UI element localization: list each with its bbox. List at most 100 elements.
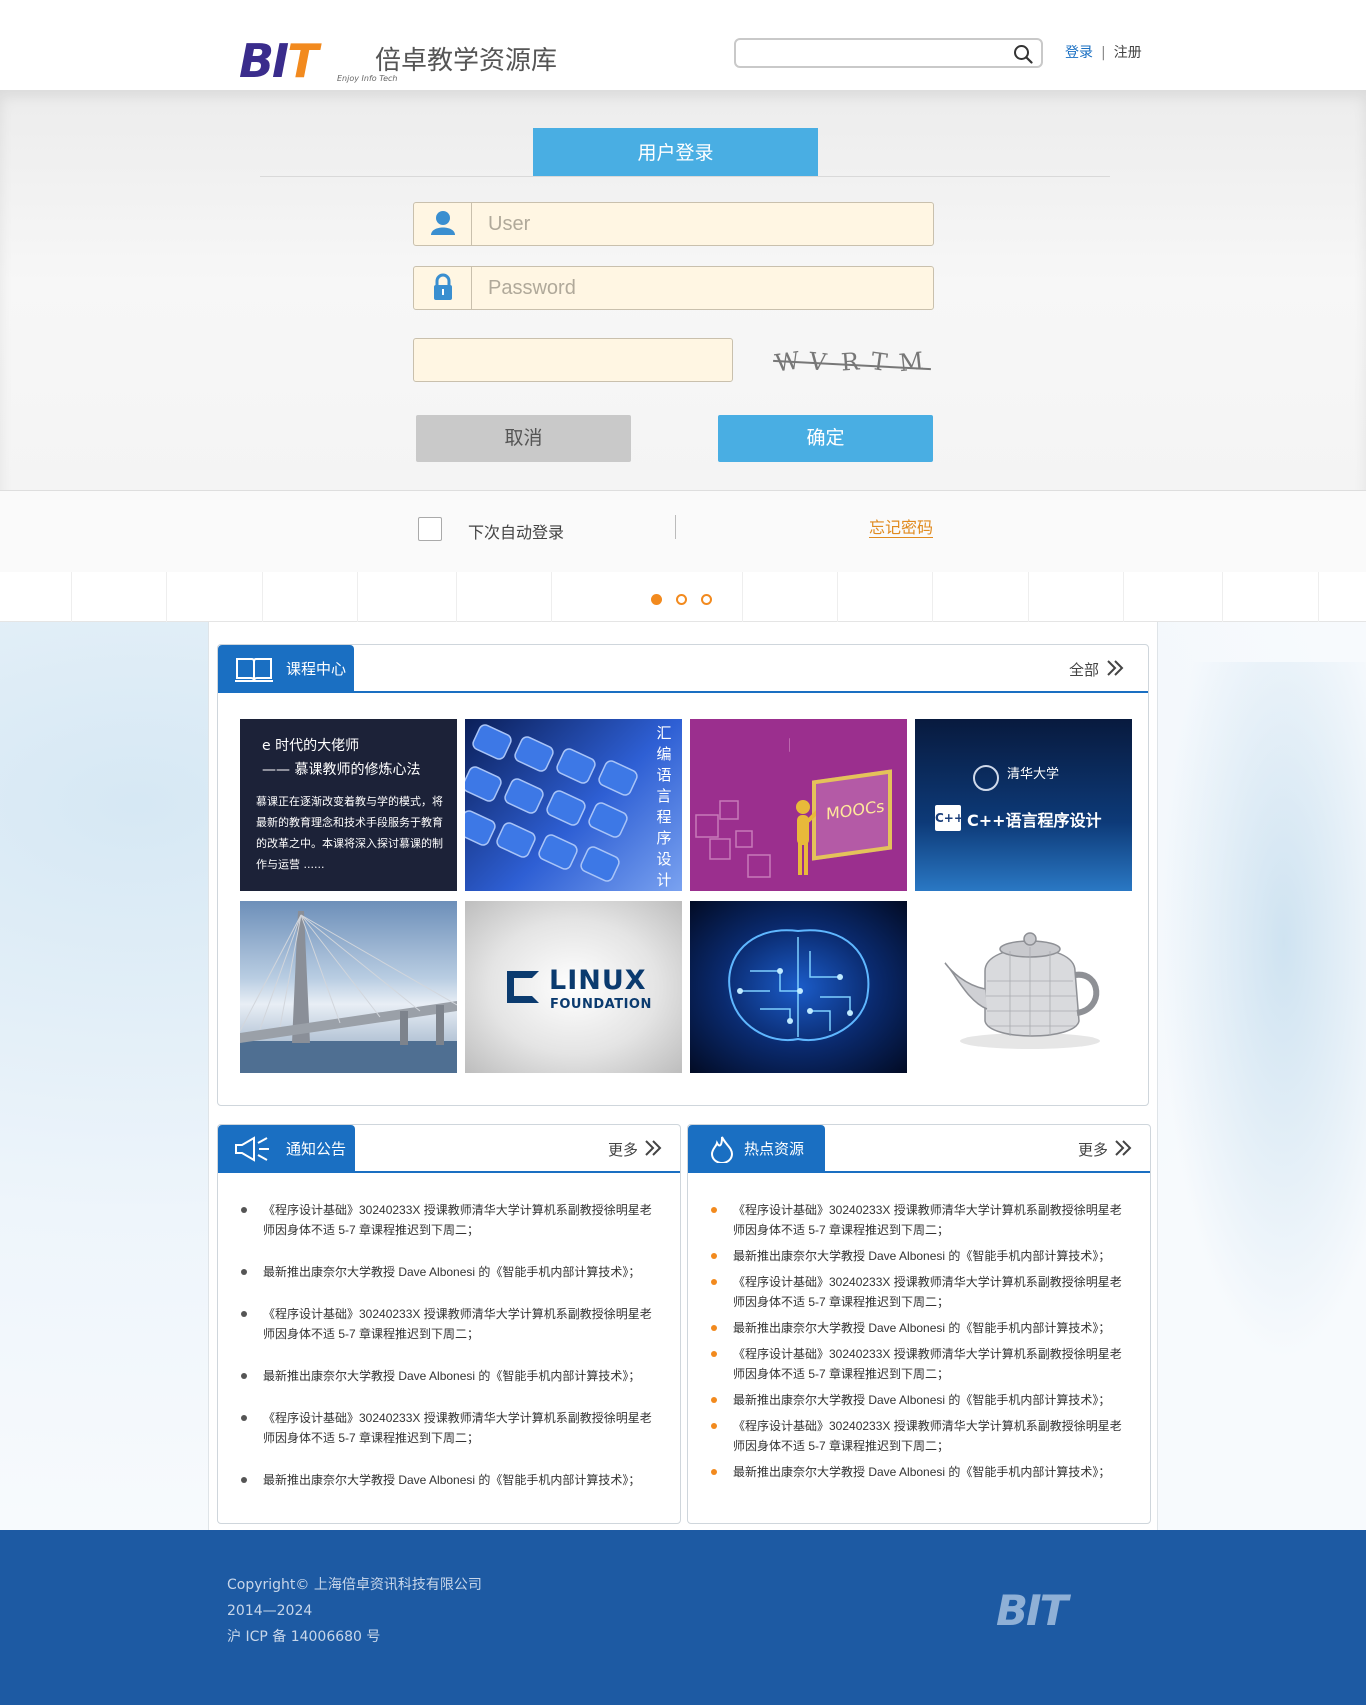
course-card-description: 慕课正在逐渐改变着教与学的模式，将最新的教育理念和技术手段服务于教育的改革之中。… [256, 795, 443, 871]
login-link[interactable]: 登录 [1065, 42, 1093, 62]
carousel-dot[interactable] [676, 594, 687, 605]
hot-resource-item[interactable]: 最新推出康奈尔大学教授 Dave Albonesi 的《智能手机内部计算技术》； [708, 1462, 1130, 1482]
carousel-dot-active[interactable] [651, 594, 662, 605]
password-field [413, 266, 934, 310]
course-card-moocs[interactable]: MOOCs [690, 719, 907, 891]
notice-item[interactable]: 《程序设计基础》30240233X 授课教师清华大学计算机系副教授徐明星老师因身… [238, 1304, 660, 1344]
lock-icon [434, 273, 452, 300]
username-input[interactable] [488, 203, 918, 245]
captcha-input[interactable] [413, 338, 733, 382]
foundation-logo-text: FOUNDATION [550, 997, 652, 1012]
user-icon [431, 211, 455, 235]
login-options: 下次自动登录 忘记密码 [0, 490, 1366, 572]
course-card-teapot[interactable] [915, 901, 1132, 1073]
search-input[interactable] [736, 40, 1006, 66]
hot-resource-item[interactable]: 最新推出康奈尔大学教授 Dave Albonesi 的《智能手机内部计算技术》； [708, 1390, 1130, 1410]
forgot-password-link[interactable]: 忘记密码 [869, 519, 934, 538]
remember-checkbox[interactable] [418, 517, 442, 541]
login-divider [260, 176, 1110, 177]
notice-section: 通知公告 更多 《程序设计基础》30240233X 授课教师清华大学计算机系副教… [217, 1124, 681, 1524]
notice-more-link[interactable]: 更多 [608, 1139, 638, 1160]
notice-header: 通知公告 更多 [218, 1125, 680, 1173]
notice-list: 《程序设计基础》30240233X 授课教师清华大学计算机系副教授徐明星老师因身… [238, 1200, 660, 1490]
course-center-tab[interactable]: 课程中心 [218, 645, 354, 693]
content-area: 课程中心 全部 e 时代的大佬师 —— 慕课教师的修炼心法 慕课正在逐渐改变着教… [208, 622, 1158, 1530]
lock-icon-cell [414, 267, 472, 309]
captcha-char: M [897, 346, 925, 378]
hot-resources-header: 热点资源 更多 [688, 1125, 1150, 1173]
strip-gridline [262, 572, 263, 622]
linux-logo-text: LINUX [549, 965, 647, 996]
footer-copyright: Copyright© 上海倍卓资讯科技有限公司 [227, 1577, 482, 1593]
strip-gridline [551, 572, 552, 622]
circuit-brain-image [728, 929, 870, 1042]
register-link[interactable]: 注册 [1114, 42, 1142, 62]
strip-gridline [1222, 572, 1223, 622]
strip-gridline [742, 572, 743, 622]
options-divider [675, 515, 676, 539]
strip-gridline [71, 572, 72, 622]
hot-resource-item[interactable]: 《程序设计基础》30240233X 授课教师清华大学计算机系副教授徐明星老师因身… [708, 1200, 1130, 1240]
course-card-mooc-teacher[interactable]: e 时代的大佬师 —— 慕课教师的修炼心法 慕课正在逐渐改变着教与学的模式，将最… [240, 719, 457, 891]
hot-resource-item[interactable]: 最新推出康奈尔大学教授 Dave Albonesi 的《智能手机内部计算技术》； [708, 1246, 1130, 1266]
search-icon[interactable] [1013, 44, 1033, 64]
captcha-image[interactable]: W V R T M [771, 342, 931, 382]
course-card-linux[interactable]: LINUX FOUNDATION [465, 901, 682, 1073]
course-card-bridge[interactable] [240, 901, 457, 1073]
hot-resource-item[interactable]: 《程序设计基础》30240233X 授课教师清华大学计算机系副教授徐明星老师因身… [708, 1272, 1130, 1312]
course-card-subtitle: —— 慕课教师的修炼心法 [262, 762, 421, 778]
course-center-header: 课程中心 全部 [218, 645, 1148, 693]
site-logo[interactable]: BIT Enjoy Info Tech 倍卓教学资源库 [239, 34, 559, 86]
login-panel: 用户登录 W V R T M 取消 确定 下次自动登录 [0, 90, 1366, 572]
cancel-button[interactable]: 取消 [416, 415, 631, 462]
notice-item[interactable]: 最新推出康奈尔大学教授 Dave Albonesi 的《智能手机内部计算技术》； [238, 1470, 660, 1490]
account-links: 登录 | 注册 [1065, 42, 1142, 62]
hot-resources-tab[interactable]: 热点资源 [688, 1125, 825, 1173]
password-input[interactable] [488, 267, 918, 309]
decorative-squares [695, 738, 790, 878]
footer-logo: BIT [996, 1586, 1068, 1635]
login-tab-title[interactable]: 用户登录 [533, 128, 818, 176]
hot-resources-more-link[interactable]: 更多 [1078, 1139, 1108, 1160]
all-courses-link[interactable]: 全部 [1069, 659, 1099, 680]
strip-gridline [166, 572, 167, 622]
footer-years: 2014—2024 [227, 1603, 313, 1619]
teapot-image [944, 932, 1100, 1049]
course-card-title: C++语言程序设计 [967, 811, 1102, 830]
cpp-badge: C++ [935, 805, 964, 831]
double-chevron-right-icon[interactable] [642, 1137, 664, 1159]
university-name: 清华大学 [1007, 767, 1060, 782]
notice-tab[interactable]: 通知公告 [218, 1125, 355, 1173]
remember-label[interactable]: 下次自动登录 [468, 519, 564, 543]
strip-gridline [1318, 572, 1319, 622]
keyboard-image [465, 724, 638, 882]
notice-item[interactable]: 《程序设计基础》30240233X 授课教师清华大学计算机系副教授徐明星老师因身… [238, 1200, 660, 1240]
double-chevron-right-icon[interactable] [1112, 1137, 1134, 1159]
course-card-cpp[interactable]: 清华大学 C++ C++语言程序设计 [915, 719, 1132, 891]
footer-icp[interactable]: 沪 ICP 备 14006680 号 [227, 1624, 482, 1650]
carousel-dot[interactable] [701, 594, 712, 605]
hot-resource-item[interactable]: 《程序设计基础》30240233X 授课教师清华大学计算机系副教授徐明星老师因身… [708, 1344, 1130, 1384]
hot-resources-list: 《程序设计基础》30240233X 授课教师清华大学计算机系副教授徐明星老师因身… [708, 1200, 1130, 1482]
hot-resources-title: 热点资源 [744, 1140, 805, 1158]
logo-mark: BIT [239, 34, 319, 88]
notice-title: 通知公告 [286, 1140, 347, 1158]
course-card-ai[interactable] [690, 901, 907, 1073]
course-center-section: 课程中心 全部 e 时代的大佬师 —— 慕课教师的修炼心法 慕课正在逐渐改变着教… [217, 644, 1149, 1106]
hot-resource-item[interactable]: 最新推出康奈尔大学教授 Dave Albonesi 的《智能手机内部计算技术》； [708, 1318, 1130, 1338]
notice-item[interactable]: 最新推出康奈尔大学教授 Dave Albonesi 的《智能手机内部计算技术》； [238, 1262, 660, 1282]
course-card-assembly[interactable]: 汇编语言程序设计 [465, 719, 682, 891]
hot-resource-item[interactable]: 《程序设计基础》30240233X 授课教师清华大学计算机系副教授徐明星老师因身… [708, 1416, 1130, 1456]
megaphone-icon [235, 1136, 269, 1162]
bridge-image [240, 911, 457, 1073]
notice-item[interactable]: 最新推出康奈尔大学教授 Dave Albonesi 的《智能手机内部计算技术》； [238, 1366, 660, 1386]
site-header: BIT Enjoy Info Tech 倍卓教学资源库 登录 | 注册 [0, 0, 1366, 90]
strip-gridline [932, 572, 933, 622]
moocs-board: MOOCs [812, 769, 892, 861]
notice-item[interactable]: 《程序设计基础》30240233X 授课教师清华大学计算机系副教授徐明星老师因身… [238, 1408, 660, 1448]
double-chevron-right-icon[interactable] [1104, 657, 1126, 679]
confirm-button[interactable]: 确定 [718, 415, 933, 462]
username-field [413, 202, 934, 246]
board-text: MOOCs [826, 796, 885, 824]
carousel-indicator-bar [0, 572, 1366, 622]
